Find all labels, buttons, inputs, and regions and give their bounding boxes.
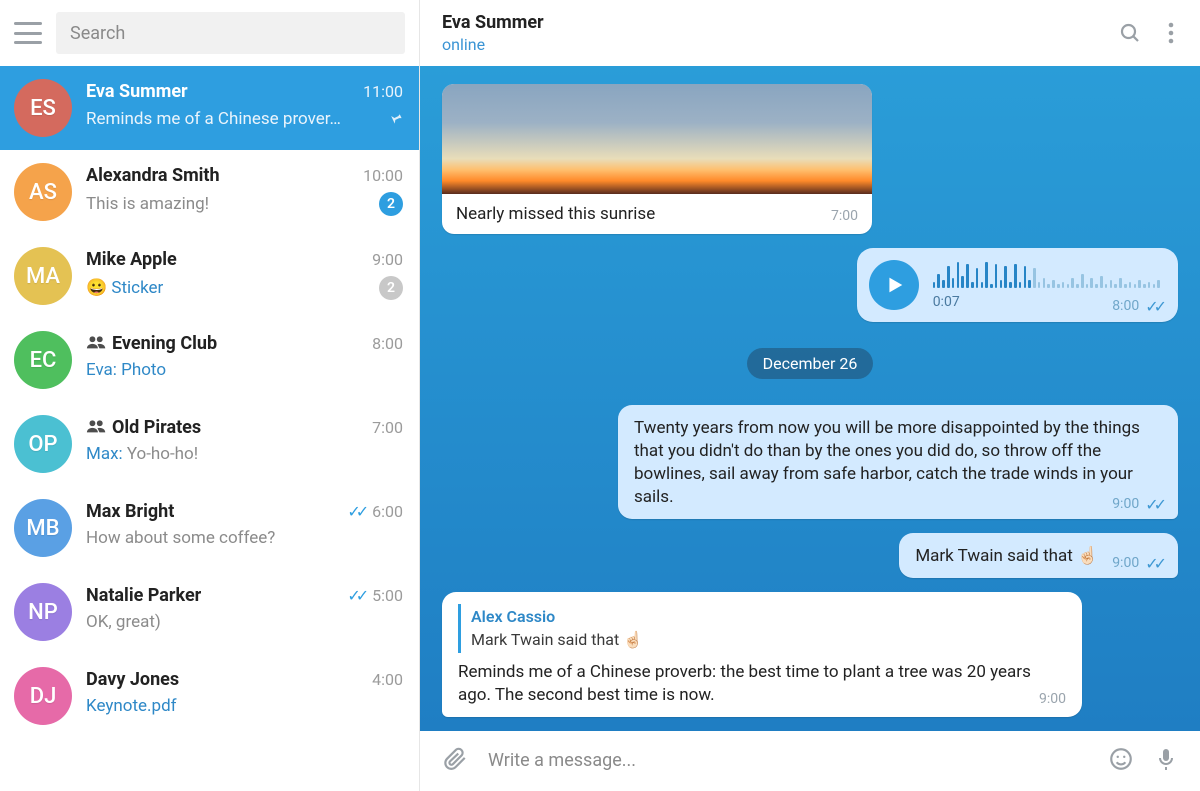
- chat-time: 8:00: [372, 334, 403, 353]
- read-ticks-icon: ✓✓: [347, 502, 364, 521]
- more-icon[interactable]: [1168, 21, 1174, 45]
- chat-name: Alexandra Smith: [86, 165, 220, 186]
- chat-name: Eva Summer: [86, 81, 188, 102]
- chat-name: Old Pirates: [86, 417, 201, 438]
- message-time: 9:00: [1039, 690, 1066, 709]
- avatar: AS: [14, 163, 72, 221]
- composer: Write a message...: [420, 731, 1200, 791]
- reply-text: Mark Twain said that ☝🏻: [471, 629, 1058, 651]
- chat-item[interactable]: MB Max Bright ✓✓ 6:00 How about some coffee?: [0, 486, 419, 570]
- message-input[interactable]: Write a message...: [488, 750, 1088, 771]
- avatar: ES: [14, 79, 72, 137]
- waveform[interactable]: [933, 260, 1160, 288]
- chat-name: Natalie Parker: [86, 585, 201, 606]
- read-ticks-icon: ✓✓: [347, 586, 364, 605]
- chat-title: Eva Summer: [442, 12, 544, 33]
- chat-item[interactable]: OP Old Pirates 7:00 Max: Yo-ho-ho!: [0, 402, 419, 486]
- date-separator: December 26: [747, 348, 874, 379]
- play-button[interactable]: [869, 260, 919, 310]
- search-placeholder: Search: [70, 23, 125, 44]
- chat-preview: How about some coffee?: [86, 528, 403, 548]
- emoji-icon[interactable]: [1108, 746, 1134, 776]
- chat-preview: 😀 Sticker: [86, 278, 371, 298]
- chat-preview: This is amazing!: [86, 194, 371, 214]
- read-ticks-icon: ✓✓: [1145, 553, 1162, 575]
- chat-list: ES Eva Summer 11:00 Reminds me of a Chinese…: [0, 66, 419, 791]
- message-in-reply[interactable]: Alex Cassio Mark Twain said that ☝🏻 Remi…: [442, 592, 1178, 717]
- chat-item[interactable]: NP Natalie Parker ✓✓ 5:00 OK, great): [0, 570, 419, 654]
- search-input[interactable]: Search: [56, 12, 405, 54]
- chat-time: 4:00: [372, 670, 403, 689]
- chat-time: 6:00: [372, 502, 403, 521]
- message-time: 9:00✓✓: [1112, 551, 1162, 573]
- chat-item[interactable]: EC Evening Club 8:00 Eva: Photo: [0, 318, 419, 402]
- avatar: NP: [14, 583, 72, 641]
- message-out-text[interactable]: Twenty years from now you will be more d…: [618, 405, 1178, 519]
- chat-item[interactable]: MA Mike Apple 9:00😀 Sticker 2: [0, 234, 419, 318]
- avatar: OP: [14, 415, 72, 473]
- messages-area[interactable]: Nearly missed this sunrise 7:00 0:07: [420, 66, 1200, 731]
- photo-thumbnail[interactable]: [442, 84, 872, 194]
- chat-header: Eva Summer online: [420, 0, 1200, 66]
- message-time: 7:00: [831, 208, 858, 224]
- chat-preview: Reminds me of a Chinese prover…: [86, 109, 377, 129]
- chat-item[interactable]: DJ Davy Jones 4:00 Keynote.pdf: [0, 654, 419, 738]
- message-time: 9:00✓✓: [1112, 492, 1162, 514]
- attach-icon[interactable]: [442, 746, 468, 776]
- chat-name: Mike Apple: [86, 249, 177, 270]
- chat-preview: OK, great): [86, 612, 403, 632]
- unread-badge: 2: [379, 192, 403, 216]
- chat-preview: Max: Yo-ho-ho!: [86, 444, 403, 464]
- chat-time: 9:00: [372, 250, 403, 269]
- avatar: MA: [14, 247, 72, 305]
- avatar: MB: [14, 499, 72, 557]
- chat-preview: Eva: Photo: [86, 360, 403, 380]
- sidebar: Search ES Eva Summer 11:00 Reminds me of a …: [0, 0, 420, 791]
- read-ticks-icon: ✓✓: [1145, 494, 1162, 516]
- message-time: 8:00✓✓: [1112, 295, 1162, 314]
- chat-name: Max Bright: [86, 501, 174, 522]
- chat-item[interactable]: AS Alexandra Smith 10:00 This is amazing! 2: [0, 150, 419, 234]
- chat-time: 10:00: [363, 166, 403, 185]
- group-icon: [86, 333, 108, 354]
- reply-preview[interactable]: Alex Cassio Mark Twain said that ☝🏻: [458, 604, 1066, 653]
- unread-badge: 2: [379, 276, 403, 300]
- chat-pane: Eva Summer online Nearly: [420, 0, 1200, 791]
- chat-preview: Keynote.pdf: [86, 696, 403, 716]
- pin-icon: [385, 108, 403, 130]
- reply-author: Alex Cassio: [471, 606, 1058, 628]
- chat-time: 5:00: [372, 586, 403, 605]
- photo-caption: Nearly missed this sunrise: [456, 204, 655, 224]
- avatar: EC: [14, 331, 72, 389]
- avatar: DJ: [14, 667, 72, 725]
- read-ticks-icon: ✓✓: [1145, 297, 1162, 316]
- chat-name: Evening Club: [86, 333, 217, 354]
- message-out-voice[interactable]: 0:07 8:00✓✓: [857, 248, 1178, 322]
- chat-time: 11:00: [363, 82, 403, 101]
- group-icon: [86, 417, 108, 438]
- chat-item[interactable]: ES Eva Summer 11:00 Reminds me of a Chinese…: [0, 66, 419, 150]
- chat-name: Davy Jones: [86, 669, 179, 690]
- search-icon[interactable]: [1118, 21, 1142, 45]
- message-in-photo[interactable]: Nearly missed this sunrise 7:00: [442, 84, 1178, 234]
- chat-time: 7:00: [372, 418, 403, 437]
- microphone-icon[interactable]: [1154, 746, 1178, 776]
- message-out-text[interactable]: Mark Twain said that ☝🏻 9:00✓✓: [899, 533, 1178, 578]
- chat-status: online: [442, 35, 544, 54]
- menu-button[interactable]: [14, 22, 42, 44]
